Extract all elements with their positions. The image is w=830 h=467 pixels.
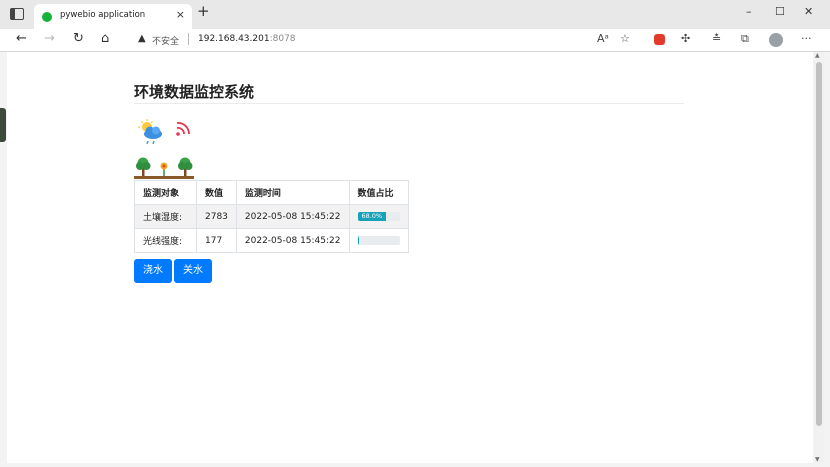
more-menu-icon[interactable]: ··· xyxy=(801,33,812,44)
table-row: 土壤湿度: 2783 2022-05-08 15:45:22 68.0% xyxy=(134,204,409,229)
scroll-thumb[interactable] xyxy=(816,62,822,426)
page-viewport: 环境数据监控系统 监测对象 数值 监测时间 数值占比 土壤湿度: 2783 20… xyxy=(7,52,813,463)
home-icon[interactable]: ⌂ xyxy=(101,32,109,45)
water-button[interactable]: 浇水 xyxy=(134,259,172,283)
forward-icon[interactable]: → xyxy=(44,32,55,45)
scroll-up-icon[interactable]: ▲ xyxy=(815,52,820,59)
back-icon[interactable]: ← xyxy=(16,32,27,45)
header-time: 监测时间 xyxy=(235,180,350,205)
address-separator xyxy=(188,33,189,45)
title-divider xyxy=(134,103,684,104)
extension-icon[interactable] xyxy=(654,34,665,45)
address-bar[interactable]: ▲ 不安全 192.168.43.201:8078 xyxy=(124,31,640,49)
maximize-icon[interactable]: ☐ xyxy=(775,6,785,17)
close-window-icon[interactable]: ✕ xyxy=(804,6,813,17)
cell-time: 2022-05-08 15:45:22 xyxy=(235,228,350,253)
profile-avatar[interactable] xyxy=(769,33,783,47)
header-percent: 数值占比 xyxy=(348,180,409,205)
cell-value: 2783 xyxy=(196,204,237,229)
table-header-row: 监测对象 数值 监测时间 数值占比 xyxy=(134,180,409,205)
cell-time: 2022-05-08 15:45:22 xyxy=(235,204,350,229)
cell-object: 光线强度: xyxy=(134,228,197,253)
progress-fill: 68.0% xyxy=(357,212,387,221)
cell-percent xyxy=(348,228,409,253)
cell-value: 177 xyxy=(196,228,237,253)
progress-fill xyxy=(357,236,360,245)
garden-icon xyxy=(134,157,194,179)
browser-tab[interactable]: pywebio application × xyxy=(34,4,192,29)
stop-water-button[interactable]: 关水 xyxy=(174,259,212,283)
table-row: 光线强度: 177 2022-05-08 15:45:22 xyxy=(134,228,409,253)
progress-bar: 68.0% xyxy=(357,212,400,221)
tab-title: pywebio application xyxy=(60,10,146,20)
cell-object: 土壤湿度: xyxy=(134,204,197,229)
url-text[interactable]: 192.168.43.201:8078 xyxy=(198,34,296,44)
favicon-icon xyxy=(42,12,52,22)
cell-percent: 68.0% xyxy=(348,204,409,229)
scroll-down-icon[interactable]: ▼ xyxy=(815,456,820,463)
weather-icon xyxy=(138,119,162,145)
page-title: 环境数据监控系统 xyxy=(134,83,255,101)
favorite-star-icon[interactable]: ☆ xyxy=(620,33,630,44)
navigation-bar: ← → ↻ ⌂ ▲ 不安全 192.168.43.201:8078 Aᵃ ☆ ✣… xyxy=(0,29,830,52)
vertical-scrollbar[interactable]: ▲ ▼ xyxy=(814,52,824,463)
warning-icon[interactable]: ▲ xyxy=(138,33,146,44)
header-value: 数值 xyxy=(196,180,237,205)
read-aloud-icon[interactable]: Aᵃ xyxy=(597,33,609,44)
collections-icon[interactable]: ⧉ xyxy=(741,33,749,44)
minimize-icon[interactable]: – xyxy=(746,6,752,17)
wifi-icon xyxy=(176,122,190,136)
favorites-icon[interactable]: ≛ xyxy=(712,33,721,44)
tab-actions-icon[interactable] xyxy=(10,8,24,20)
new-tab-icon[interactable]: + xyxy=(197,4,210,19)
side-panel-handle[interactable] xyxy=(0,108,6,142)
extensions-puzzle-icon[interactable]: ✣ xyxy=(681,33,690,44)
tab-bar: pywebio application × + – ☐ ✕ xyxy=(0,0,830,29)
reload-icon[interactable]: ↻ xyxy=(73,32,84,45)
security-label[interactable]: 不安全 xyxy=(152,34,179,47)
header-object: 监测对象 xyxy=(134,180,197,205)
progress-bar xyxy=(357,236,400,245)
monitor-table: 监测对象 数值 监测时间 数值占比 土壤湿度: 2783 2022-05-08 … xyxy=(134,180,409,253)
tab-close-icon[interactable]: × xyxy=(176,9,185,20)
